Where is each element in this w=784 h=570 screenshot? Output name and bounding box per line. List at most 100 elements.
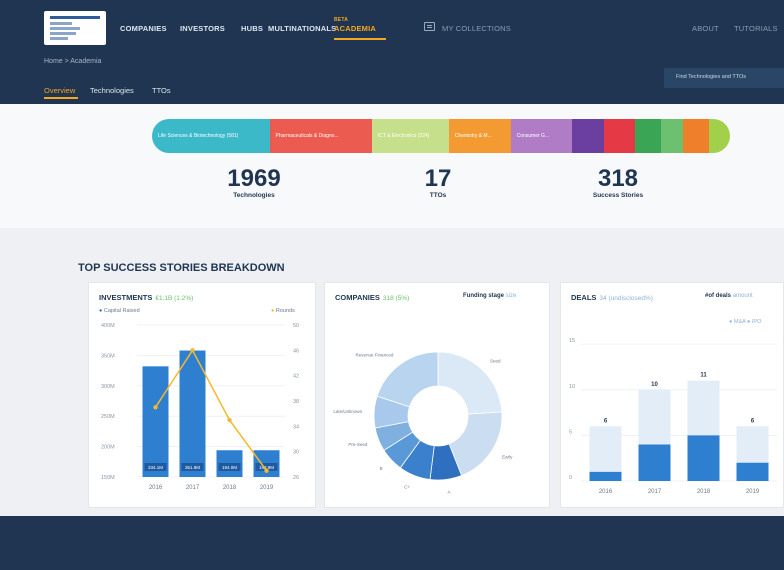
- investment-bar[interactable]: [142, 366, 169, 477]
- x-tick: 2018: [223, 485, 237, 491]
- nav-hubs[interactable]: HUBS: [241, 24, 263, 33]
- y-tick-right: 42: [293, 374, 299, 380]
- deals-bar-label: 10: [651, 382, 658, 388]
- deals-ma-bar[interactable]: [638, 444, 671, 482]
- tab-overview[interactable]: Overview: [44, 86, 75, 95]
- y-tick-right: 46: [293, 348, 299, 354]
- rounds-point[interactable]: [227, 417, 232, 423]
- y-tick-left: 350M: [101, 353, 115, 359]
- deals-card: DEALS 34 (undisclosed%) #of deals amount …: [560, 282, 784, 508]
- slice-label: Early: [502, 455, 513, 460]
- industry-segment-10[interactable]: [708, 119, 730, 153]
- y-tick-right: 30: [293, 450, 299, 456]
- deals-bar-label: 11: [700, 373, 707, 379]
- stat-value: 17: [424, 165, 452, 192]
- y-tick-right: 26: [293, 475, 299, 481]
- bar-value-label: 334.1M: [148, 465, 163, 470]
- collections-icon[interactable]: [424, 22, 435, 31]
- success-stories-section: TOP SUCCESS STORIES BREAKDOWN INVESTMENT…: [0, 228, 784, 516]
- stat-label: Success Stories: [592, 192, 644, 199]
- y-tick-left: 300M: [101, 384, 115, 390]
- y-tick: 10: [569, 384, 575, 390]
- bar-value-label: 361.8M: [185, 465, 200, 470]
- industry-segment-3[interactable]: Chemistry & M...: [448, 119, 511, 153]
- stat-ttos[interactable]: 17 TTOs: [368, 165, 508, 200]
- investments-chart: 400M 350M 300M 250M 200M 150M 50 46 42 38 34 30 26 33…: [101, 323, 299, 491]
- summary-panel: Life Sciences & Biotechnology (581) Pharm…: [0, 104, 784, 228]
- x-tick: 2019: [746, 489, 760, 495]
- tab-technologies[interactable]: Technologies: [90, 86, 134, 95]
- y-tick-right: 34: [293, 424, 299, 430]
- companies-card: COMPANIES 318 (5%) Funding stage size See…: [324, 282, 550, 508]
- page-footer: [0, 516, 784, 570]
- stat-label: TTOs: [429, 192, 447, 199]
- x-tick: 2019: [260, 485, 274, 491]
- y-tick-left: 400M: [101, 323, 115, 329]
- x-tick: 2017: [648, 489, 662, 495]
- x-tick: 2016: [599, 489, 613, 495]
- investments-card: INVESTMENTS €1.1B (1.2%) ● Capital Raised…: [88, 282, 316, 508]
- rounds-point[interactable]: [264, 468, 269, 473]
- y-tick-left: 150M: [101, 475, 115, 481]
- beta-tag: BETA: [334, 17, 349, 23]
- y-tick-right: 38: [293, 399, 299, 405]
- rounds-point[interactable]: [153, 405, 158, 410]
- top-navigation-bar: COMPANIES INVESTORS HUBS MULTINATIONALS …: [0, 0, 784, 104]
- slice-label: Revenue Financed: [356, 353, 394, 358]
- x-tick: 2016: [149, 485, 163, 491]
- nav-academia-label: ACADEMIA: [334, 24, 377, 33]
- industry-segment-2[interactable]: ICT & Electronics (224): [371, 119, 449, 153]
- stat-value: 1969: [227, 165, 281, 192]
- y-tick: 0: [569, 475, 572, 481]
- industry-segment-9[interactable]: [682, 119, 709, 153]
- slice-label: Late/Unknown: [333, 409, 362, 414]
- stat-success-stories[interactable]: 318 Success Stories: [548, 165, 688, 200]
- donut-slice[interactable]: [376, 351, 439, 408]
- tab-ttos[interactable]: TTOs: [152, 86, 171, 95]
- stat-technologies[interactable]: 1969 Technologies: [184, 165, 324, 200]
- y-tick-left: 200M: [101, 445, 115, 451]
- industry-segment-7[interactable]: [635, 119, 662, 153]
- deals-bar-label: 6: [751, 418, 755, 424]
- industry-segment-0[interactable]: Life Sciences & Biotechnology (581): [152, 119, 270, 153]
- stat-label: Technologies: [233, 192, 275, 199]
- deals-ma-bar[interactable]: [736, 462, 769, 481]
- slice-label: B: [380, 466, 383, 471]
- companies-donut-chart: Seed Early A C+ B Pre-Seed Late/Unknown Revenue…: [333, 351, 513, 494]
- slice-label: Pre-Seed: [348, 442, 368, 447]
- investment-bar[interactable]: [179, 350, 206, 477]
- slice-label: Seed: [490, 359, 501, 364]
- nav-companies[interactable]: COMPANIES: [120, 24, 167, 33]
- nav-multinationals[interactable]: MULTINATIONALS: [268, 24, 336, 33]
- site-logo[interactable]: [44, 11, 106, 45]
- nav-investors[interactable]: INVESTORS: [180, 24, 225, 33]
- find-technologies-button[interactable]: Find Technologies and TTOs: [664, 68, 784, 88]
- industry-segment-4[interactable]: Consumer G...: [510, 119, 573, 153]
- breadcrumb[interactable]: Home > Academia: [44, 58, 101, 65]
- y-tick-left: 250M: [101, 414, 115, 420]
- nav-about[interactable]: ABOUT: [692, 24, 719, 33]
- y-tick: 15: [569, 338, 575, 344]
- nav-tutorials[interactable]: TUTORIALS: [734, 24, 778, 33]
- industry-segment-1[interactable]: Pharmaceuticals & Diagno...: [269, 119, 372, 153]
- y-tick-right: 50: [293, 323, 299, 329]
- y-tick: 5: [569, 429, 572, 435]
- active-tab-underline: [44, 97, 78, 99]
- industry-distribution-bar[interactable]: Life Sciences & Biotechnology (581) Pharm…: [152, 119, 730, 153]
- nav-academia[interactable]: BETA ACADEMIA: [334, 17, 377, 33]
- deals-bar-label: 6: [604, 418, 608, 424]
- slice-label: A: [448, 489, 451, 494]
- rounds-line: [154, 348, 268, 472]
- deals-ma-bar[interactable]: [687, 435, 720, 481]
- slice-label: C+: [404, 485, 410, 490]
- section-title: TOP SUCCESS STORIES BREAKDOWN: [78, 262, 285, 274]
- stat-value: 318: [597, 165, 639, 192]
- nav-my-collections[interactable]: MY COLLECTIONS: [442, 24, 511, 33]
- x-tick: 2017: [186, 485, 200, 491]
- industry-segment-8[interactable]: [661, 119, 683, 153]
- industry-segment-6[interactable]: [603, 119, 636, 153]
- rounds-point[interactable]: [190, 348, 195, 353]
- industry-segment-5[interactable]: [572, 119, 604, 153]
- deals-ma-bar[interactable]: [589, 471, 622, 481]
- x-tick: 2018: [697, 489, 711, 495]
